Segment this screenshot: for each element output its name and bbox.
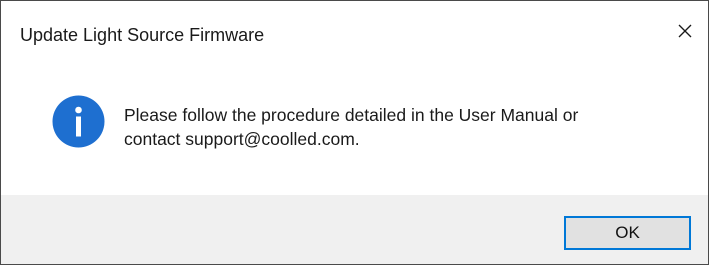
close-icon	[678, 24, 692, 38]
message-dialog: Update Light Source Firmware Please foll…	[0, 0, 709, 265]
message-area: Please follow the procedure detailed in …	[1, 57, 708, 195]
close-button[interactable]	[662, 9, 708, 53]
button-bar: OK	[1, 195, 708, 264]
ok-button[interactable]: OK	[564, 216, 691, 250]
title-bar[interactable]: Update Light Source Firmware	[1, 1, 708, 57]
message-text: Please follow the procedure detailed in …	[124, 103, 694, 151]
ok-button-label: OK	[615, 223, 640, 242]
message-line-1: Please follow the procedure detailed in …	[124, 105, 579, 125]
message-line-2: contact support@coolled.com.	[124, 129, 360, 149]
info-icon	[52, 95, 105, 148]
dialog-title: Update Light Source Firmware	[20, 25, 265, 45]
